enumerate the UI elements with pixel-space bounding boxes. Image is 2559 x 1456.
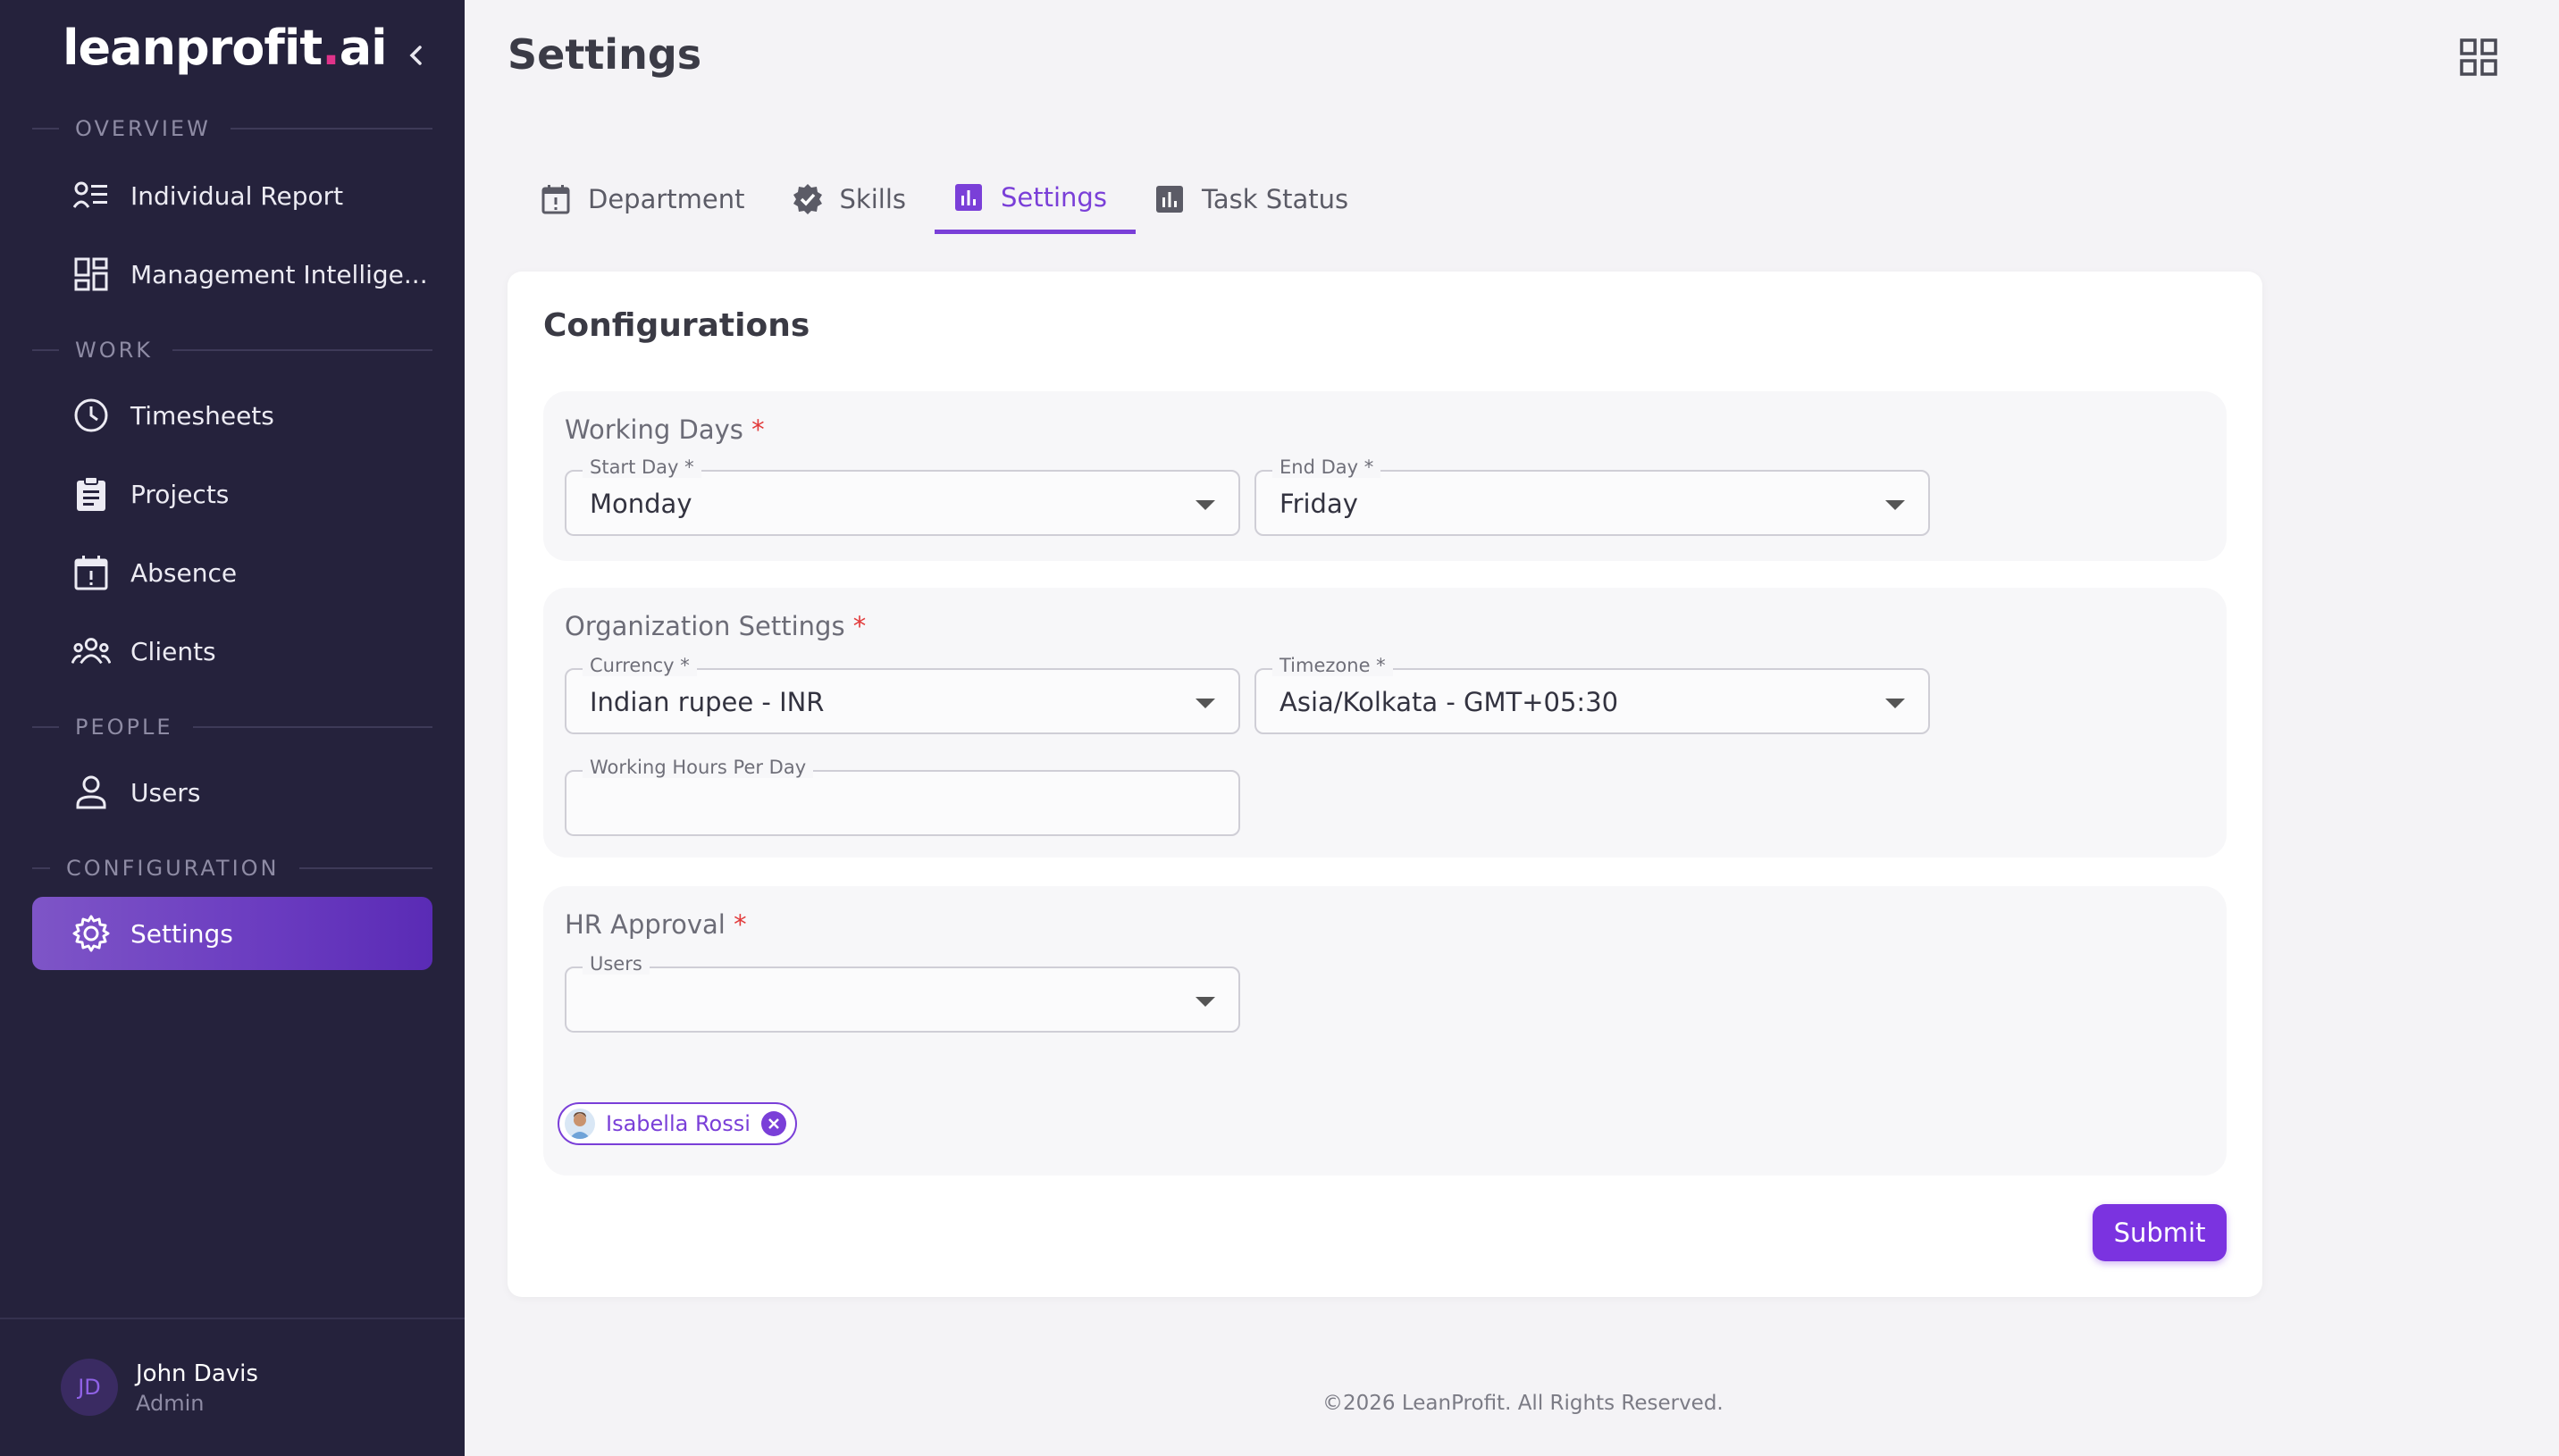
person-icon (71, 773, 111, 812)
sidebar-item-timesheets[interactable]: Timesheets (32, 379, 432, 452)
clipboard-icon (71, 474, 111, 514)
footer-copyright: ©2026 LeanProfit. All Rights Reserved. (1322, 1392, 1724, 1415)
avatar: JD (61, 1359, 118, 1416)
tab-settings[interactable]: Settings (934, 164, 1136, 234)
collapse-sidebar-button[interactable] (400, 39, 432, 71)
logo[interactable]: leanprofit.ai (63, 20, 388, 76)
end-day-select[interactable]: End Day * Friday (1254, 456, 1930, 536)
section-people: PEOPLE (32, 715, 432, 740)
hr-approval-group: HR Approval * Users (543, 886, 2227, 1176)
user-role: Admin (136, 1391, 205, 1416)
caret-down-icon (1196, 500, 1215, 510)
working-days-group: Working Days * Start Day * Monday End Da… (543, 391, 2227, 561)
working-hours-field[interactable] (566, 772, 1238, 834)
tab-task-status[interactable]: Task Status (1136, 164, 1377, 234)
card-title: Configurations (543, 307, 810, 344)
caret-down-icon (1885, 500, 1905, 510)
apps-grid-button[interactable] (2459, 38, 2498, 77)
gear-icon (71, 914, 111, 953)
caret-down-icon (1196, 997, 1215, 1007)
caret-down-icon (1196, 699, 1215, 708)
section-overview: OVERVIEW (32, 116, 432, 141)
apps-grid-icon (2460, 38, 2497, 76)
sidebar-item-management-intelligence[interactable]: Management Intellige... (32, 238, 432, 311)
submit-button[interactable]: Submit (2093, 1204, 2227, 1261)
bar-chart-icon (1154, 183, 1186, 215)
caret-down-icon (1885, 699, 1905, 708)
sidebar-item-absence[interactable]: Absence (32, 536, 432, 609)
calendar-icon (71, 553, 111, 592)
user-chip[interactable]: Isabella Rossi (558, 1102, 797, 1145)
sidebar-item-users[interactable]: Users (32, 756, 432, 829)
page-title: Settings (508, 30, 702, 79)
tab-skills[interactable]: Skills (774, 164, 935, 234)
currency-select[interactable]: Currency * Indian rupee - INR (565, 655, 1240, 734)
sidebar-item-settings[interactable]: Settings (32, 897, 432, 970)
start-day-select[interactable]: Start Day * Monday (565, 456, 1240, 536)
organization-settings-label: Organization Settings * (565, 611, 867, 641)
verified-badge-icon (792, 183, 824, 215)
group-icon (71, 632, 111, 671)
sidebar-item-projects[interactable]: Projects (32, 457, 432, 531)
remove-chip-icon[interactable] (760, 1111, 786, 1136)
working-hours-input[interactable]: Working Hours Per Day (565, 757, 1240, 836)
chip-avatar (565, 1109, 595, 1139)
section-work: WORK (32, 338, 432, 363)
clock-icon (71, 396, 111, 435)
working-days-label: Working Days * (565, 414, 765, 445)
bar-chart-icon (952, 181, 985, 213)
sidebar-item-clients[interactable]: Clients (32, 615, 432, 688)
user-name: John Davis (136, 1360, 258, 1387)
timezone-select[interactable]: Timezone * Asia/Kolkata - GMT+05:30 (1254, 655, 1930, 734)
hr-approval-label: HR Approval * (565, 909, 747, 940)
organization-settings-group: Organization Settings * Currency * India… (543, 588, 2227, 858)
dashboard-icon (71, 255, 111, 294)
report-list-icon (71, 176, 111, 215)
sidebar-item-individual-report[interactable]: Individual Report (32, 159, 432, 232)
chevron-left-icon (409, 46, 422, 65)
hr-users-select[interactable]: Users (565, 953, 1240, 1033)
sidebar-user-panel[interactable]: JD John Davis Admin (0, 1318, 465, 1456)
settings-tabs: Department Skills Settings Task Status (522, 164, 1377, 236)
calendar-alert-icon (540, 183, 572, 215)
sidebar: leanprofit.ai OVERVIEW Individual Report… (0, 0, 465, 1456)
section-configuration: CONFIGURATION (32, 856, 432, 881)
tab-department[interactable]: Department (522, 164, 774, 234)
configurations-card: Configurations Working Days * Start Day … (508, 272, 2262, 1297)
